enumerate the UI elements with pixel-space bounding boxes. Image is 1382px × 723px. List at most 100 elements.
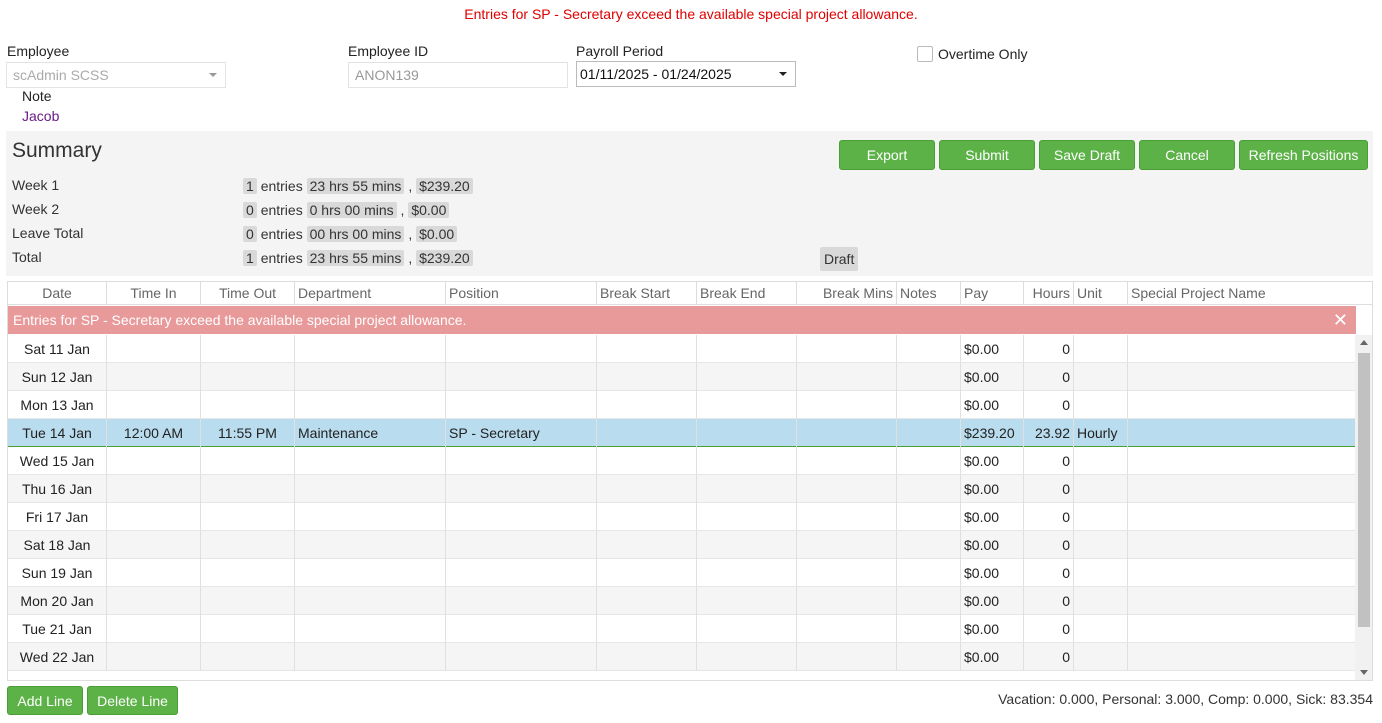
cell-position[interactable] [446,643,597,671]
cell-date[interactable]: Mon 20 Jan [8,587,107,615]
cell-pay[interactable]: $0.00 [961,363,1024,391]
cell-break-start[interactable] [597,419,697,447]
col-header-notes[interactable]: Notes [897,282,961,305]
col-header-special-project[interactable]: Special Project Name [1128,282,1372,305]
cell-notes[interactable] [897,419,961,447]
col-header-hours[interactable]: Hours [1024,282,1074,305]
cell-notes[interactable] [897,363,961,391]
cell-time-out[interactable] [201,503,295,531]
cell-break-mins[interactable] [797,391,897,419]
cell-department[interactable] [295,363,446,391]
cell-break-start[interactable] [597,475,697,503]
cell-unit[interactable] [1074,391,1128,419]
col-header-position[interactable]: Position [446,282,597,305]
cell-position[interactable] [446,559,597,587]
cell-break-end[interactable] [697,475,797,503]
cell-time-in[interactable] [107,559,201,587]
cell-break-start[interactable] [597,447,697,475]
cell-break-start[interactable] [597,643,697,671]
cell-date[interactable]: Wed 15 Jan [8,447,107,475]
cell-time-in[interactable] [107,503,201,531]
overtime-only-checkbox[interactable] [917,46,933,62]
cell-unit[interactable] [1074,615,1128,643]
cell-pay[interactable]: $0.00 [961,615,1024,643]
cell-time-out[interactable] [201,531,295,559]
cell-time-in[interactable] [107,335,201,363]
cell-break-start[interactable] [597,503,697,531]
cell-break-mins[interactable] [797,419,897,447]
cell-department[interactable] [295,615,446,643]
cell-break-start[interactable] [597,363,697,391]
cell-time-out[interactable] [201,615,295,643]
cell-department[interactable] [295,643,446,671]
cancel-button[interactable]: Cancel [1139,140,1235,170]
cell-break-mins[interactable] [797,503,897,531]
cell-department[interactable] [295,335,446,363]
cell-break-end[interactable] [697,335,797,363]
cell-break-mins[interactable] [797,447,897,475]
cell-special-project[interactable] [1128,587,1356,615]
col-header-unit[interactable]: Unit [1074,282,1128,305]
cell-break-end[interactable] [697,503,797,531]
cell-unit[interactable] [1074,643,1128,671]
cell-hours[interactable]: 0 [1024,615,1074,643]
cell-position[interactable]: SP - Secretary [446,419,597,447]
cell-break-end[interactable] [697,363,797,391]
add-line-button[interactable]: Add Line [7,686,83,715]
cell-time-in[interactable] [107,643,201,671]
cell-pay[interactable]: $0.00 [961,475,1024,503]
cell-special-project[interactable] [1128,475,1356,503]
cell-unit[interactable] [1074,587,1128,615]
refresh-positions-button[interactable]: Refresh Positions [1239,140,1368,170]
cell-notes[interactable] [897,531,961,559]
col-header-department[interactable]: Department [295,282,446,305]
cell-unit[interactable] [1074,475,1128,503]
cell-time-out[interactable]: 11:55 PM [201,419,295,447]
cell-position[interactable] [446,615,597,643]
delete-line-button[interactable]: Delete Line [87,686,178,715]
cell-special-project[interactable] [1128,615,1356,643]
cell-notes[interactable] [897,615,961,643]
cell-hours[interactable]: 0 [1024,531,1074,559]
cell-break-start[interactable] [597,335,697,363]
cell-time-out[interactable] [201,475,295,503]
cell-date[interactable]: Tue 21 Jan [8,615,107,643]
cell-date[interactable]: Wed 22 Jan [8,643,107,671]
col-header-pay[interactable]: Pay [961,282,1024,305]
table-row[interactable]: Mon 13 Jan $0.00 0 [8,391,1356,419]
col-header-time-in[interactable]: Time In [107,282,201,305]
employee-id-field[interactable]: ANON139 [348,62,568,88]
cell-break-end[interactable] [697,615,797,643]
cell-break-start[interactable] [597,531,697,559]
cell-position[interactable] [446,363,597,391]
cell-hours[interactable]: 0 [1024,643,1074,671]
cell-time-out[interactable] [201,363,295,391]
cell-time-in[interactable] [107,447,201,475]
cell-break-mins[interactable] [797,475,897,503]
cell-break-end[interactable] [697,531,797,559]
cell-unit[interactable] [1074,447,1128,475]
col-header-time-out[interactable]: Time Out [201,282,295,305]
cell-position[interactable] [446,447,597,475]
cell-pay[interactable]: $0.00 [961,643,1024,671]
cell-position[interactable] [446,503,597,531]
cell-special-project[interactable] [1128,447,1356,475]
col-header-break-end[interactable]: Break End [697,282,797,305]
cell-break-start[interactable] [597,615,697,643]
vertical-scrollbar[interactable] [1355,335,1372,680]
cell-unit[interactable] [1074,503,1128,531]
cell-date[interactable]: Fri 17 Jan [8,503,107,531]
cell-break-mins[interactable] [797,643,897,671]
cell-position[interactable] [446,335,597,363]
cell-special-project[interactable] [1128,559,1356,587]
table-row[interactable]: Tue 14 Jan 12:00 AM 11:55 PM Maintenance SP … [8,419,1356,447]
cell-break-end[interactable] [697,447,797,475]
table-row[interactable]: Tue 21 Jan $0.00 0 [8,615,1356,643]
cell-break-mins[interactable] [797,531,897,559]
table-row[interactable]: Wed 15 Jan $0.00 0 [8,447,1356,475]
cell-time-out[interactable] [201,447,295,475]
cell-notes[interactable] [897,335,961,363]
cell-break-mins[interactable] [797,587,897,615]
table-row[interactable]: Wed 22 Jan $0.00 0 [8,643,1356,671]
table-row[interactable]: Sat 11 Jan $0.00 0 [8,335,1356,363]
